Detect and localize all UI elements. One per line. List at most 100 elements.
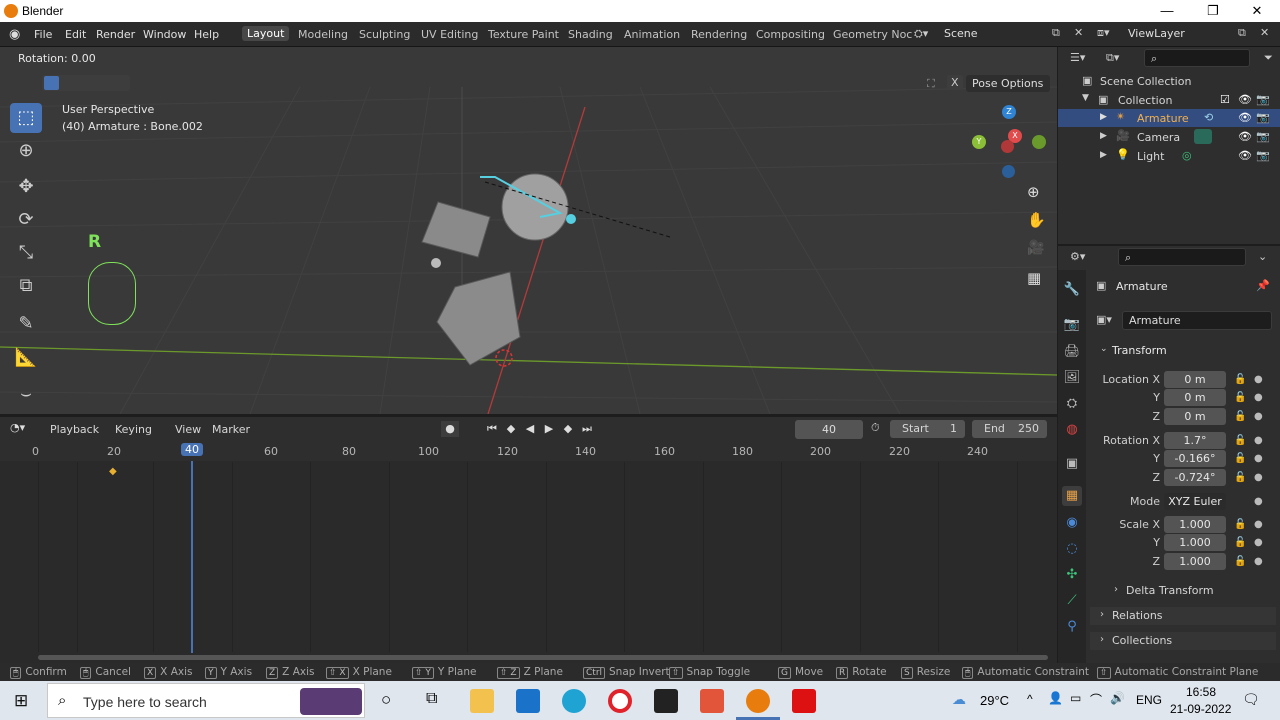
viewlayer-remove-icon[interactable]: ✕ — [1260, 26, 1269, 39]
tray-icon-person[interactable]: 👤 — [1048, 691, 1063, 705]
render-camera-icon[interactable]: 📷 — [1256, 111, 1270, 124]
tab-compositing[interactable]: Compositing — [756, 28, 825, 41]
keyframe-dot-icon[interactable]: ● — [1254, 519, 1263, 530]
object-datablock-icon[interactable]: ▣▾ — [1096, 313, 1112, 326]
expand-arrow-icon[interactable]: ▶ — [1100, 112, 1107, 122]
close-icon[interactable]: ✕ — [1242, 2, 1272, 20]
rotation-z-field[interactable]: -0.724° — [1164, 469, 1226, 486]
select-new-icon[interactable] — [44, 76, 59, 90]
menu-help[interactable]: Help — [194, 28, 219, 41]
view-layer-tab-icon[interactable]: 🖼 — [1062, 368, 1082, 388]
render-camera-icon[interactable]: 📷 — [1256, 130, 1270, 143]
collections-panel-header[interactable]: › Collections — [1090, 632, 1276, 650]
c-app-icon[interactable] — [700, 689, 724, 713]
camera-data-icon[interactable] — [1194, 129, 1212, 144]
transform-panel-header[interactable]: ⌄ Transform — [1090, 342, 1276, 360]
viewlayer-name[interactable]: ViewLayer — [1128, 27, 1185, 40]
overlay-toggle-icon[interactable]: ⛶ — [927, 77, 935, 91]
tab-animation[interactable]: Animation — [624, 28, 680, 41]
cortana-icon[interactable]: ○ — [381, 690, 391, 710]
tab-uv-editing[interactable]: UV Editing — [421, 28, 478, 41]
relations-panel-header[interactable]: › Relations — [1090, 607, 1276, 625]
play-icon[interactable]: ▶ — [540, 421, 558, 437]
play-reverse-icon[interactable]: ◀ — [521, 421, 539, 437]
keyframe-dot-icon[interactable]: ● — [1254, 556, 1263, 567]
volume-icon[interactable]: 🔊 — [1110, 691, 1125, 705]
keyframe-dot-icon[interactable]: ● — [1254, 496, 1263, 507]
rotate-tool[interactable]: ⟳ — [10, 205, 42, 235]
delta-transform-subpanel[interactable]: › Delta Transform — [1106, 582, 1266, 600]
lock-icon[interactable]: 🔓 — [1234, 411, 1246, 422]
move-tool[interactable]: ✥ — [10, 172, 42, 202]
display-mode-icon[interactable]: ⧉▾ — [1106, 51, 1119, 65]
transform-tool[interactable]: ⧉ — [10, 271, 42, 301]
navigation-gizmo[interactable]: Z Y X — [970, 105, 1050, 185]
visibility-eye-icon[interactable]: 👁 — [1238, 93, 1252, 106]
gizmo-neg-y[interactable] — [1032, 135, 1046, 149]
blender-menu-icon[interactable]: ◉ — [9, 27, 20, 42]
menu-edit[interactable]: Edit — [65, 28, 86, 41]
end-frame-field[interactable]: End 250 — [972, 420, 1047, 438]
taskbar-search-box[interactable]: ⌕ Type here to search — [47, 683, 365, 718]
render-tab-icon[interactable]: 📷 — [1062, 315, 1082, 335]
weather-temp[interactable]: 29°C — [980, 693, 1009, 708]
modifiers-tab-icon[interactable]: ◉ — [1062, 513, 1082, 533]
clock-time[interactable]: 16:58 — [1186, 685, 1216, 699]
scene-remove-icon[interactable]: ✕ — [1074, 26, 1083, 39]
menu-marker[interactable]: Marker — [212, 423, 250, 436]
pose-data-icon[interactable]: ⟲ — [1204, 111, 1213, 124]
di-app-icon[interactable] — [654, 689, 678, 713]
object-name-field[interactable]: Armature — [1122, 311, 1272, 330]
expand-arrow-icon[interactable]: ▶ — [1100, 150, 1107, 160]
jump-start-icon[interactable]: ⏮ — [483, 421, 501, 437]
output-tab-icon[interactable]: 🖨 — [1062, 342, 1082, 362]
tab-rendering[interactable]: Rendering — [691, 28, 747, 41]
menu-file[interactable]: File — [34, 28, 52, 41]
light-data-icon[interactable]: ◎ — [1182, 149, 1192, 162]
world-tab-icon[interactable]: ◍ — [1062, 420, 1082, 440]
scale-z-field[interactable]: 1.000 — [1164, 553, 1226, 570]
keyframe-dot-icon[interactable]: ● — [1254, 453, 1263, 464]
lock-icon[interactable]: 🔓 — [1234, 435, 1246, 446]
outliner-row-armature[interactable]: ▶ ✴ Armature ⟲ 👁 📷 — [1058, 109, 1280, 127]
checkbox-icon[interactable]: ☑ — [1220, 93, 1230, 106]
lock-icon[interactable]: 🔓 — [1234, 556, 1246, 567]
object-tab-icon[interactable]: ▦ — [1062, 486, 1082, 506]
viewlayer-icon[interactable]: ⧈▾ — [1097, 26, 1110, 40]
menu-keying[interactable]: Keying — [115, 423, 152, 436]
outliner-search-input[interactable]: ⌕ — [1144, 49, 1250, 67]
select-mode-buttons[interactable] — [42, 75, 130, 91]
tray-expand-icon[interactable]: ^ — [1027, 692, 1033, 706]
menu-window[interactable]: Window — [143, 28, 186, 41]
maximize-icon[interactable]: ❐ — [1198, 2, 1228, 20]
location-x-field[interactable]: 0 m — [1164, 371, 1226, 388]
stopwatch-icon[interactable]: ⏱ — [871, 421, 880, 435]
battery-icon[interactable]: ▭ — [1070, 691, 1081, 705]
wifi-icon[interactable]: ⌒ — [1090, 691, 1102, 708]
overlay-close-button[interactable]: X — [947, 75, 963, 90]
recorder-icon[interactable] — [792, 689, 816, 713]
tab-shading[interactable]: Shading — [568, 28, 613, 41]
menu-render[interactable]: Render — [96, 28, 135, 41]
playhead-frame-label[interactable]: 40 — [181, 443, 203, 456]
clock-date[interactable]: 21-09-2022 — [1170, 702, 1231, 716]
constraints-tab-icon[interactable]: ✣ — [1062, 565, 1082, 585]
properties-type-icon[interactable]: ⚙▾ — [1070, 250, 1085, 263]
expand-arrow-icon[interactable]: ▶ — [1100, 131, 1107, 141]
notification-icon[interactable]: 🗨 — [1242, 691, 1260, 708]
location-y-field[interactable]: 0 m — [1164, 389, 1226, 406]
lock-icon[interactable]: 🔓 — [1234, 392, 1246, 403]
outliner-row-collection[interactable]: ▼ ▣ Collection ☑ 👁 📷 — [1058, 91, 1280, 109]
prev-keyframe-icon[interactable]: ◆ — [502, 421, 520, 437]
scale-tool[interactable]: ⤡ — [10, 238, 42, 268]
scene-copy-icon[interactable]: ⧉ — [1052, 26, 1060, 40]
timeline-scrollbar[interactable] — [38, 655, 1048, 660]
keyframe-dot-icon[interactable]: ● — [1254, 435, 1263, 446]
3d-viewport[interactable]: Rotation: 0.00 ⬚ ⊕ ✥ ⟳ ⤡ ⧉ ✎ 📐 ⌣ User Pe… — [0, 47, 1057, 414]
next-keyframe-icon[interactable]: ◆ — [559, 421, 577, 437]
playhead-line[interactable] — [191, 461, 193, 653]
mail-icon[interactable] — [516, 689, 540, 713]
scene-name[interactable]: Scene — [944, 27, 978, 40]
outliner-panel[interactable]: ☰▾ ⧉▾ ⌕ ⏷ ▣ Scene Collection ▼ ▣ Collect… — [1058, 47, 1280, 244]
tab-sculpting[interactable]: Sculpting — [359, 28, 410, 41]
